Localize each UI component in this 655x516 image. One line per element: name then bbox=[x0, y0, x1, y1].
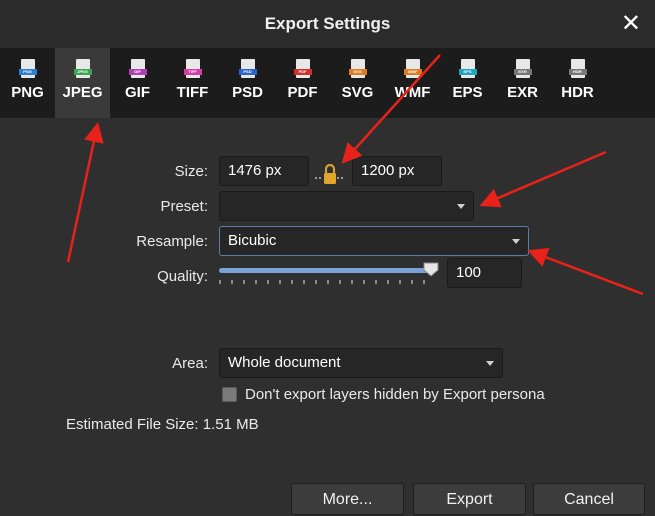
quality-input[interactable]: 100 bbox=[447, 258, 522, 288]
format-badge: TIFF bbox=[183, 69, 202, 75]
format-bar: PNG PNG JPEG JPEG GIF GIF TIFF TIFF PSD PSD PDF PDF… bbox=[0, 48, 655, 118]
format-tab-gif[interactable]: GIF GIF bbox=[110, 48, 165, 118]
format-label: EXR bbox=[507, 84, 538, 101]
format-badge: PNG bbox=[18, 69, 37, 75]
svg-file-icon: SVG bbox=[348, 59, 367, 78]
format-label: HDR bbox=[561, 84, 594, 101]
exr-file-icon: EXR bbox=[513, 59, 532, 78]
resample-value: Bicubic bbox=[228, 232, 277, 249]
height-field[interactable]: 1200 px bbox=[352, 156, 442, 186]
quality-slider-track[interactable] bbox=[219, 268, 433, 273]
jpeg-file-icon: JPEG bbox=[73, 59, 92, 78]
png-file-icon: PNG bbox=[18, 59, 37, 78]
format-tab-svg[interactable]: SVG SVG bbox=[330, 48, 385, 118]
format-badge: JPEG bbox=[73, 69, 92, 75]
resample-dropdown[interactable]: Bicubic bbox=[219, 226, 529, 256]
format-tab-tiff[interactable]: TIFF TIFF bbox=[165, 48, 220, 118]
more-button[interactable]: More... bbox=[291, 483, 404, 515]
format-badge: EXR bbox=[513, 69, 532, 75]
dialog-title: Export Settings bbox=[264, 14, 391, 33]
format-label: TIFF bbox=[176, 84, 209, 101]
quality-label: Quality: bbox=[157, 268, 208, 285]
area-value: Whole document bbox=[228, 354, 341, 371]
format-label: JPEG bbox=[62, 84, 103, 101]
width-field[interactable]: 1476 px bbox=[219, 156, 309, 186]
gif-file-icon: GIF bbox=[128, 59, 147, 78]
hdr-file-icon: HDR bbox=[568, 59, 587, 78]
pdf-file-icon: PDF bbox=[293, 59, 312, 78]
tiff-file-icon: TIFF bbox=[183, 59, 202, 78]
hidden-layers-label: Don't export layers hidden by Export per… bbox=[245, 386, 545, 403]
format-tab-wmf[interactable]: WMF WMF bbox=[385, 48, 440, 118]
title-bar: Export Settings ✕ bbox=[0, 0, 655, 49]
format-tab-eps[interactable]: EPS EPS bbox=[440, 48, 495, 118]
eps-file-icon: EPS bbox=[458, 59, 477, 78]
quality-slider-ticks bbox=[219, 280, 433, 284]
format-badge: HDR bbox=[568, 69, 587, 75]
size-label: Size: bbox=[174, 163, 208, 180]
format-label: SVG bbox=[341, 84, 374, 101]
format-label: PSD bbox=[232, 84, 263, 101]
format-label: EPS bbox=[452, 84, 483, 101]
close-icon[interactable]: ✕ bbox=[621, 10, 641, 38]
psd-file-icon: PSD bbox=[238, 59, 257, 78]
format-badge: GIF bbox=[128, 69, 147, 75]
format-label: PDF bbox=[287, 84, 318, 101]
format-badge: PDF bbox=[293, 69, 312, 75]
export-button[interactable]: Export bbox=[413, 483, 526, 515]
chevron-down-icon bbox=[512, 239, 520, 244]
format-tab-exr[interactable]: EXR EXR bbox=[495, 48, 550, 118]
format-tab-png[interactable]: PNG PNG bbox=[0, 48, 55, 118]
estimated-file-size: Estimated File Size: 1.51 MB bbox=[66, 416, 259, 433]
cancel-button[interactable]: Cancel bbox=[533, 483, 645, 515]
format-tab-pdf[interactable]: PDF PDF bbox=[275, 48, 330, 118]
format-badge: WMF bbox=[403, 69, 422, 75]
preset-label: Preset: bbox=[160, 198, 208, 215]
hidden-layers-checkbox[interactable] bbox=[222, 387, 237, 402]
format-tab-psd[interactable]: PSD PSD bbox=[220, 48, 275, 118]
format-tab-hdr[interactable]: HDR HDR bbox=[550, 48, 605, 118]
format-label: GIF bbox=[125, 84, 150, 101]
preset-dropdown[interactable] bbox=[219, 191, 474, 221]
chevron-down-icon bbox=[486, 361, 494, 366]
format-label: PNG bbox=[11, 84, 44, 101]
area-dropdown[interactable]: Whole document bbox=[219, 348, 503, 378]
resample-label: Resample: bbox=[136, 233, 208, 250]
chevron-down-icon bbox=[457, 204, 465, 209]
wmf-file-icon: WMF bbox=[403, 59, 422, 78]
format-badge: SVG bbox=[348, 69, 367, 75]
format-badge: PSD bbox=[238, 69, 257, 75]
lock-icon[interactable] bbox=[315, 162, 345, 188]
format-label: WMF bbox=[394, 84, 431, 101]
format-badge: EPS bbox=[458, 69, 477, 75]
format-tab-jpeg[interactable]: JPEG JPEG bbox=[55, 48, 110, 118]
area-label: Area: bbox=[172, 355, 208, 372]
quality-slider-thumb[interactable] bbox=[423, 262, 439, 277]
